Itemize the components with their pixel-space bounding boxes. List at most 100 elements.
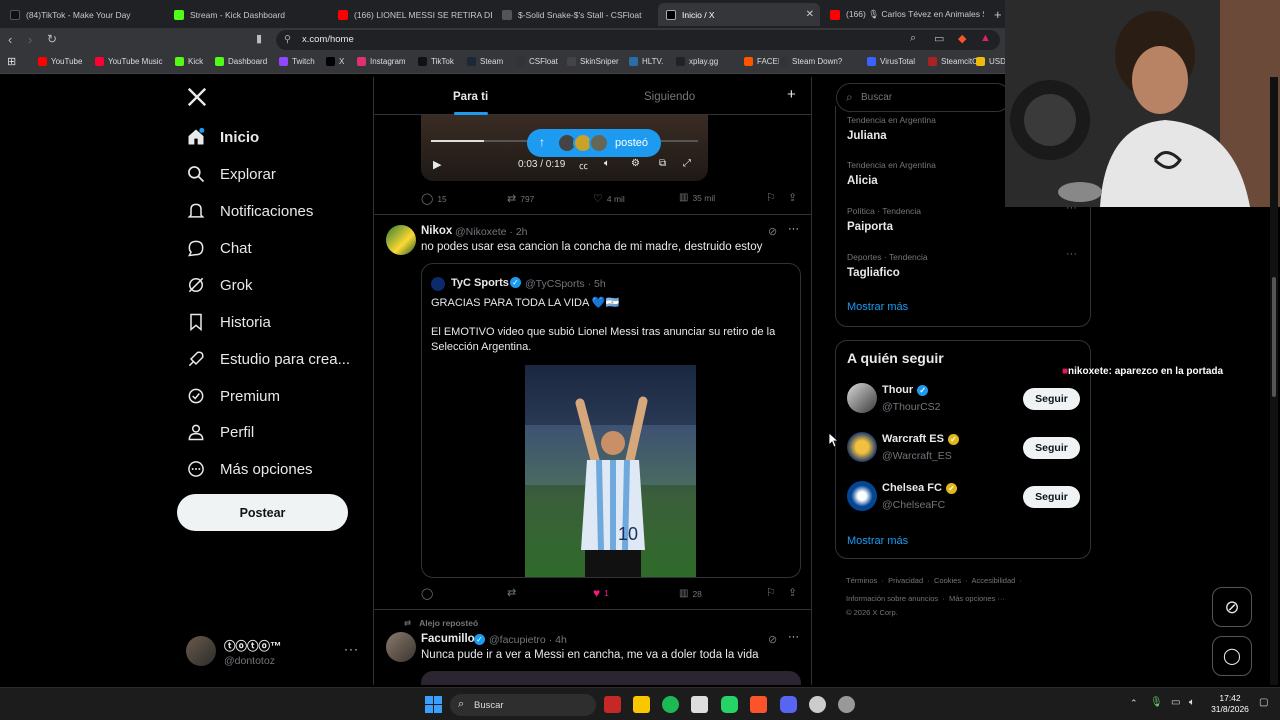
browser-tab-x-home[interactable]: Inicio / X ✕ — [658, 3, 820, 26]
brave-shield-icon[interactable]: ◆ — [958, 32, 966, 45]
bookmark-item[interactable]: SteamcitO — [928, 57, 978, 66]
reply-button[interactable]: ◯ 15 — [421, 192, 447, 205]
file-explorer-icon[interactable] — [633, 696, 650, 713]
bookmark-item[interactable]: CSFloat — [516, 57, 558, 66]
trend-name[interactable]: Juliana — [847, 130, 887, 142]
avatar[interactable] — [847, 481, 877, 511]
cast-icon[interactable]: ▭ — [934, 32, 944, 45]
sidebar-item-estudio[interactable]: Estudio para crea... — [186, 349, 350, 369]
sidebar-item-explorar[interactable]: Explorar — [186, 164, 276, 184]
views-button[interactable]: ▥ 35 mil — [679, 192, 715, 203]
zoom-icon[interactable]: ⌕ — [910, 32, 916, 45]
pip-icon[interactable]: ⧉ — [659, 158, 666, 169]
bookmark-icon[interactable]: ⚐ — [766, 191, 776, 204]
url-field[interactable]: ⚲ x.com/home — [276, 30, 1000, 50]
brave-rewards-icon[interactable]: ▲ — [980, 32, 991, 44]
spotify-icon[interactable] — [662, 696, 679, 713]
bookmark-item[interactable]: USD — [976, 57, 1006, 66]
avatar[interactable] — [186, 636, 216, 666]
post-menu-icon[interactable]: ··· — [788, 631, 799, 643]
sidebar-item-historia[interactable]: Historia — [186, 312, 271, 332]
avatar[interactable] — [386, 632, 416, 662]
share-icon[interactable]: ⇪ — [788, 586, 797, 599]
share-icon[interactable]: ⇪ — [788, 191, 797, 204]
browser-tab-tiktok[interactable]: (84)TikTok - Make Your Day — [2, 3, 164, 26]
sidebar-item-chat[interactable]: Chat — [186, 238, 252, 258]
discord-icon[interactable] — [780, 696, 797, 713]
footer-more[interactable]: Más opciones ··· — [949, 594, 1005, 603]
tab-para-ti[interactable]: Para ti — [453, 91, 488, 103]
app-icon[interactable] — [809, 696, 826, 713]
show-more-trends-link[interactable]: Mostrar más — [847, 301, 908, 313]
messages-floating-button[interactable]: ◯ — [1212, 636, 1252, 676]
follow-button[interactable]: Seguir — [1023, 486, 1080, 508]
site-info-icon[interactable]: ⚲ — [284, 34, 291, 45]
bookmark-item[interactable]: TikTok — [418, 57, 454, 66]
brave-browser-icon[interactable] — [750, 696, 767, 713]
suggestion-name[interactable]: Thour ✓ — [882, 384, 929, 396]
post-author-name[interactable]: Facumillo — [421, 633, 475, 645]
avatar[interactable] — [386, 225, 416, 255]
trend-name[interactable]: Alicia — [847, 175, 878, 187]
bookmark-page-icon[interactable]: ▮ — [256, 32, 262, 45]
post-author-handle[interactable]: @facupietro · 4h — [489, 634, 567, 646]
bookmark-item[interactable]: Steam — [467, 57, 503, 66]
browser-tab-youtube-messi[interactable]: (166) LIONEL MESSI SE RETIRA DE LA — [330, 3, 492, 26]
bookmark-item[interactable]: YouTube — [38, 57, 82, 66]
bookmark-item[interactable]: VirusTotal — [867, 57, 915, 66]
whatsapp-icon[interactable] — [721, 696, 738, 713]
post-author-name[interactable]: Nikox — [421, 225, 452, 237]
post-menu-icon[interactable]: ··· — [788, 223, 799, 235]
network-icon[interactable]: ▭ — [1171, 697, 1180, 708]
quoted-post[interactable]: TyC Sports ✓ @TyCSports · 5h GRACIAS PAR… — [421, 263, 801, 578]
back-icon[interactable]: ‹ — [8, 32, 12, 47]
reload-icon[interactable]: ↻ — [47, 32, 57, 46]
reply-icon[interactable]: ◯ — [421, 587, 433, 600]
bookmark-item[interactable]: YouTube Music — [95, 57, 163, 66]
apps-icon[interactable]: ⊞ — [7, 55, 16, 68]
microphone-icon[interactable]: 🎙︎ — [1150, 697, 1163, 708]
bookmark-icon[interactable]: ⚐ — [766, 586, 776, 599]
trend-name[interactable]: Tagliafico — [847, 267, 900, 279]
tray-overflow-icon[interactable]: ⌃ — [1130, 698, 1138, 709]
close-tab-icon[interactable]: ✕ — [806, 9, 814, 20]
bookmark-item[interactable]: HLTV. — [629, 57, 663, 66]
forward-icon[interactable]: › — [28, 32, 32, 47]
bookmark-item[interactable]: Steam Down? — [779, 57, 842, 66]
sidebar-item-perfil[interactable]: Perfil — [186, 422, 254, 442]
clock[interactable]: 17:42 31/8/2026 — [1208, 693, 1252, 715]
app-icon[interactable] — [691, 696, 708, 713]
notifications-icon[interactable]: ▢ — [1259, 697, 1268, 708]
account-menu-icon[interactable]: ··· — [344, 642, 359, 656]
footer-privacy[interactable]: Privacidad — [888, 576, 923, 585]
sidebar-item-inicio[interactable]: Inicio — [186, 127, 259, 147]
grok-icon[interactable]: ⊘ — [768, 225, 777, 238]
volume-icon[interactable]: 🔈︎ — [604, 158, 610, 169]
new-tab-button[interactable]: + — [986, 3, 1006, 26]
suggestion-name[interactable]: Warcraft ES ✓ — [882, 433, 959, 445]
bookmark-item[interactable]: Twitch — [279, 57, 315, 66]
footer-terms[interactable]: Términos — [846, 576, 877, 585]
x-logo[interactable] — [186, 86, 208, 113]
suggestion-name[interactable]: Chelsea FC ✓ — [882, 482, 957, 494]
repost-button[interactable]: ⇄ 797 — [507, 192, 534, 205]
show-more-follow-link[interactable]: Mostrar más — [847, 535, 908, 547]
repost-icon[interactable]: ⇄ — [507, 586, 516, 599]
messi-photo[interactable]: 10 — [525, 365, 696, 577]
grok-floating-button[interactable]: ⊘ — [1212, 587, 1252, 627]
avatar[interactable] — [847, 432, 877, 462]
captions-icon[interactable]: ㏄ — [579, 159, 588, 172]
footer-ads-info[interactable]: Información sobre anuncios — [846, 594, 938, 603]
fullscreen-icon[interactable]: ⤢ — [683, 158, 691, 169]
tab-siguiendo[interactable]: Siguiendo — [644, 91, 695, 103]
browser-tab-kick[interactable]: Stream - Kick Dashboard — [166, 3, 328, 26]
volume-icon[interactable]: 🔈︎ — [1189, 697, 1195, 708]
footer-accessibility[interactable]: Accesibilidad — [972, 576, 1016, 585]
sidebar-item-mas[interactable]: Más opciones — [186, 459, 313, 479]
steam-icon[interactable] — [838, 696, 855, 713]
like-button[interactable]: ♥ 1 — [593, 586, 609, 600]
post-media[interactable] — [421, 671, 801, 685]
page-scrollbar[interactable] — [1270, 77, 1278, 685]
follow-button[interactable]: Seguir — [1023, 388, 1080, 410]
bookmark-item[interactable]: Instagram — [357, 57, 406, 66]
